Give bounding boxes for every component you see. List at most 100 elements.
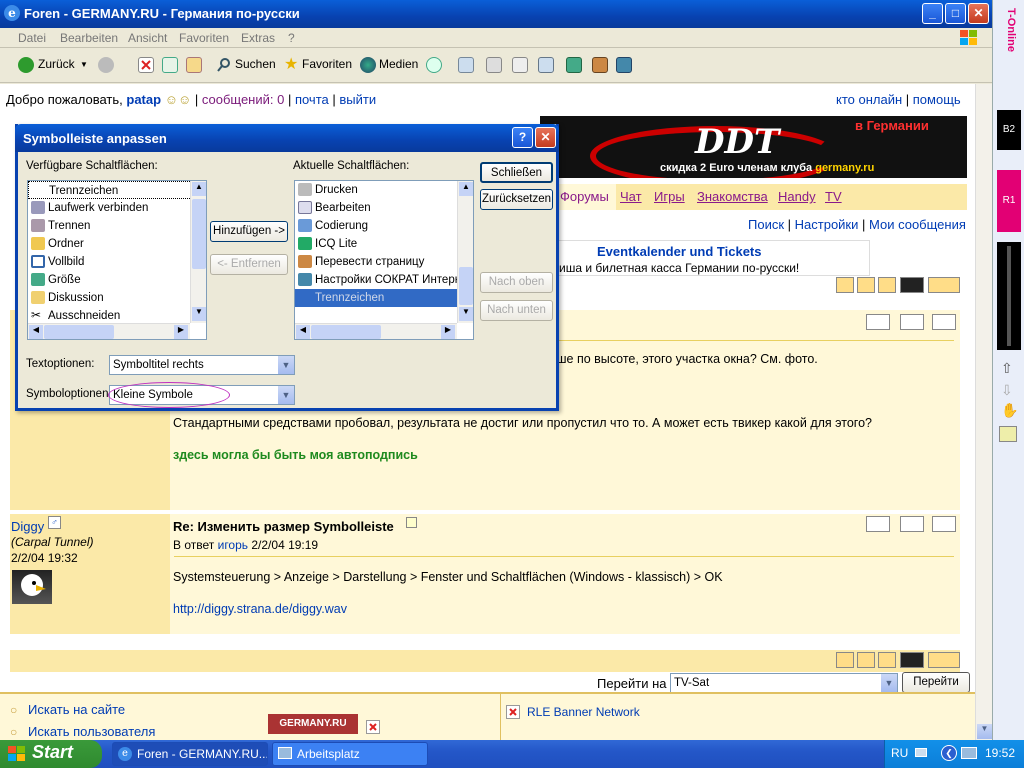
tonline-logo[interactable]: T-Online: [1001, 8, 1017, 92]
available-buttons-list[interactable]: Trennzeichen Laufwerk verbinden Trennen …: [27, 180, 207, 340]
nav-forums[interactable]: Форумы: [560, 189, 609, 204]
available-item-trennen[interactable]: Trennen: [28, 217, 206, 235]
back-arrow-icon[interactable]: [18, 57, 34, 73]
schliessen-button[interactable]: Schließen: [480, 162, 553, 183]
chevron-down-icon[interactable]: ▼: [881, 674, 897, 692]
scroll-left-icon[interactable]: ◀: [29, 325, 43, 339]
socrat-icon[interactable]: [616, 57, 632, 73]
up-icon[interactable]: [857, 652, 875, 668]
mail-link[interactable]: почта: [295, 92, 329, 107]
scroll-right-icon[interactable]: ▶: [441, 325, 455, 339]
logout-link[interactable]: выйти: [339, 92, 376, 107]
post2-link[interactable]: http://diggy.strana.de/diggy.wav: [173, 602, 347, 616]
goto-button[interactable]: Перейти: [902, 672, 970, 692]
search-user-link[interactable]: Искать пользователя: [28, 724, 155, 739]
prev-icon[interactable]: [836, 652, 854, 668]
task-ie[interactable]: e Foren - GERMANY.RU...: [112, 742, 268, 766]
nav-dating[interactable]: Знакомства: [697, 189, 768, 204]
print-post-icon[interactable]: [900, 516, 924, 532]
close-button[interactable]: ✕: [968, 3, 989, 24]
current-item-socrat[interactable]: Настройки СОКРАТ Интерн: [295, 271, 473, 289]
dialog-titlebar[interactable]: Symbolleiste anpassen ? ✕: [15, 124, 559, 152]
menu-extras[interactable]: Extras: [241, 31, 275, 45]
r1-button[interactable]: R1: [997, 170, 1021, 232]
subnav-my-messages[interactable]: Мои сообщения: [869, 217, 966, 232]
up-icon[interactable]: [857, 277, 875, 293]
minimize-button[interactable]: _: [922, 3, 943, 24]
current-item-codierung[interactable]: Codierung: [295, 217, 473, 235]
back-dropdown-icon[interactable]: ▼: [80, 60, 88, 69]
menu-favoriten[interactable]: Favoriten: [179, 31, 229, 45]
print-post-icon[interactable]: [900, 314, 924, 330]
tools-icon[interactable]: [999, 426, 1017, 442]
scroll-up-icon[interactable]: ▲: [459, 182, 473, 196]
encoding-icon[interactable]: [538, 57, 554, 73]
maximize-button[interactable]: □: [945, 3, 966, 24]
mail-icon[interactable]: [458, 57, 474, 73]
stop-icon[interactable]: [138, 57, 154, 73]
available-item-trennzeichen[interactable]: Trennzeichen: [28, 181, 206, 199]
forward-arrow-icon[interactable]: [98, 57, 114, 73]
reply-icon[interactable]: [866, 314, 890, 330]
scroll-thumb[interactable]: [192, 199, 206, 269]
up-arrow-icon[interactable]: ⇧: [1001, 360, 1013, 377]
scroll-up-icon[interactable]: ▲: [192, 182, 206, 196]
rle-banner-network[interactable]: RLE Banner Network: [527, 705, 640, 719]
nav-games[interactable]: Игры: [654, 189, 685, 204]
current-item-drucken[interactable]: Drucken: [295, 181, 473, 199]
start-button[interactable]: Start: [0, 740, 102, 768]
window-titlebar[interactable]: e Foren - GERMANY.RU - Германия по-русск…: [0, 0, 992, 28]
available-item-laufwerk[interactable]: Laufwerk verbinden: [28, 199, 206, 217]
subnav-search[interactable]: Поиск: [748, 217, 784, 232]
media-icon[interactable]: [360, 57, 376, 73]
task-arbeitsplatz[interactable]: Arbeitsplatz: [272, 742, 428, 766]
search-button[interactable]: Suchen: [235, 57, 276, 71]
username-link[interactable]: patap: [126, 92, 161, 107]
dialog-close-button[interactable]: ✕: [535, 127, 556, 148]
subnav-settings[interactable]: Настройки: [795, 217, 859, 232]
favorites-button[interactable]: Favoriten: [302, 57, 352, 71]
edit-icon[interactable]: [512, 57, 528, 73]
scroll-down-icon[interactable]: ▼: [192, 307, 206, 321]
scroll-thumb[interactable]: [459, 267, 473, 305]
nav-handy[interactable]: Handy: [778, 189, 816, 204]
menu-datei[interactable]: Datei: [18, 31, 46, 45]
chevron-down-icon[interactable]: ▼: [278, 356, 294, 374]
messages-link[interactable]: сообщений: 0: [202, 92, 285, 107]
event-box[interactable]: Eventkalender und Tickets Афиша и билетн…: [540, 240, 870, 276]
hscroll-thumb[interactable]: [44, 325, 114, 339]
text-options-select[interactable]: Symboltitel rechts ▼: [109, 355, 295, 375]
available-item-diskussion[interactable]: Diskussion: [28, 289, 206, 307]
menu-help[interactable]: ?: [288, 31, 295, 45]
keyboard-icon[interactable]: [915, 748, 927, 757]
add-button[interactable]: Hinzufügen ->: [210, 221, 288, 242]
goto-select[interactable]: TV-Sat ▼: [670, 673, 898, 692]
scroll-left-icon[interactable]: ◀: [296, 325, 310, 339]
current-item-translate[interactable]: Перевести страницу: [295, 253, 473, 271]
hand-icon[interactable]: ✋: [1001, 402, 1018, 419]
dialog-help-button[interactable]: ?: [512, 127, 533, 148]
threaded-icon[interactable]: [928, 652, 960, 668]
translate-icon[interactable]: [592, 57, 608, 73]
chevron-down-icon[interactable]: ▼: [278, 386, 294, 404]
available-vscrollbar[interactable]: ▲ ▼: [190, 181, 206, 323]
ddt-banner[interactable]: DDT в Германии скидка 2 Euro членам клуб…: [540, 116, 967, 178]
icq-icon[interactable]: [566, 57, 582, 73]
next-icon[interactable]: [878, 277, 896, 293]
current-item-bearbeiten[interactable]: Bearbeiten: [295, 199, 473, 217]
event-title[interactable]: Eventkalender und Tickets: [597, 244, 762, 259]
available-item-vollbild[interactable]: Vollbild: [28, 253, 206, 271]
next-icon[interactable]: [878, 652, 896, 668]
threaded-icon[interactable]: [928, 277, 960, 293]
list-icon[interactable]: [900, 277, 924, 293]
prev-icon[interactable]: [836, 277, 854, 293]
chevron-left-icon[interactable]: ❮: [941, 745, 957, 761]
edit-post-icon[interactable]: [932, 314, 956, 330]
move-down-button[interactable]: Nach unten: [480, 300, 553, 321]
remove-button[interactable]: <- Entfernen: [210, 254, 288, 275]
current-vscrollbar[interactable]: ▲ ▼: [457, 181, 473, 323]
favorites-star-icon[interactable]: ★: [284, 54, 300, 73]
current-item-trennzeichen-selected[interactable]: Trennzeichen: [295, 289, 457, 307]
scroll-down-icon[interactable]: ▼: [459, 307, 473, 321]
available-item-groesse[interactable]: Größe: [28, 271, 206, 289]
